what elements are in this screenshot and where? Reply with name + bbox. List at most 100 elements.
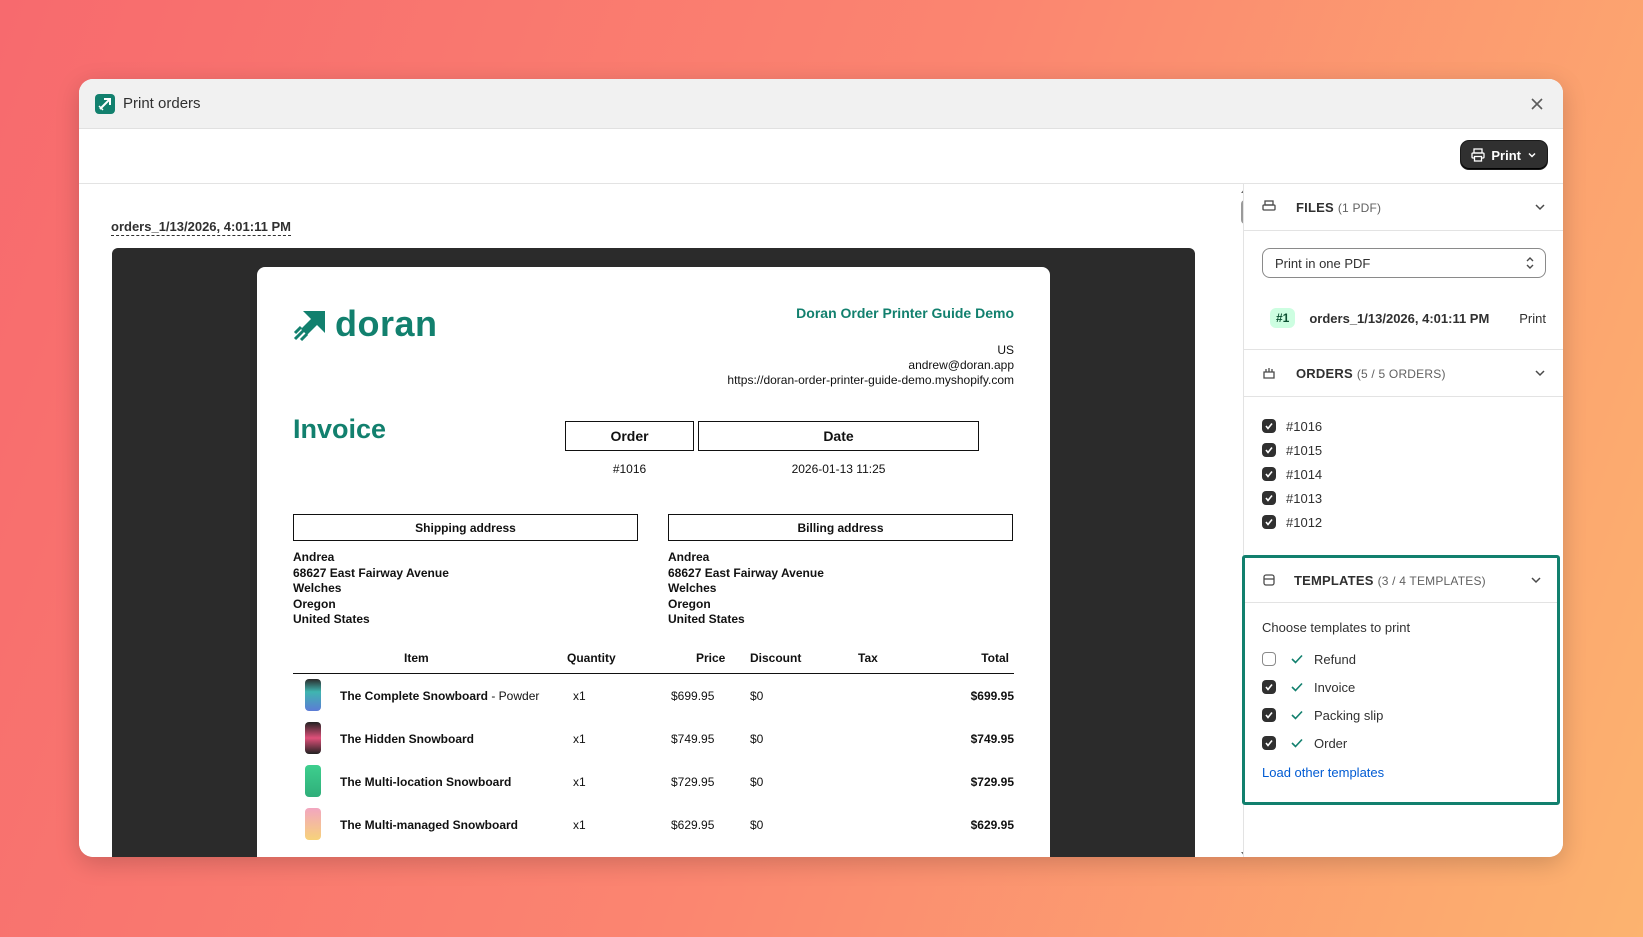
print-button-label: Print xyxy=(1491,147,1521,163)
template-checkbox[interactable] xyxy=(1262,680,1276,694)
order-checkbox[interactable] xyxy=(1262,515,1276,529)
item-name: The Hidden Snowboard xyxy=(340,732,474,746)
template-item-order[interactable]: Order xyxy=(1262,729,1383,757)
check-icon xyxy=(1291,682,1303,692)
order-label: #1016 xyxy=(1286,418,1323,434)
pdf-mode-value: Print in one PDF xyxy=(1275,255,1371,271)
load-other-templates-link[interactable]: Load other templates xyxy=(1262,765,1384,780)
item-discount: $0 xyxy=(750,732,764,746)
templates-section: TEMPLATES (3 / 4 TEMPLATES) Choose templa… xyxy=(1242,555,1560,805)
template-checkbox[interactable] xyxy=(1262,652,1276,666)
checkmark-icon xyxy=(1265,519,1273,526)
preview-file-label[interactable]: orders_1/13/2026, 4:01:11 PM xyxy=(111,219,291,236)
print-button[interactable]: Print xyxy=(1461,141,1547,169)
store-url: https://doran-order-printer-guide-demo.m… xyxy=(727,373,1014,387)
order-header: Order xyxy=(565,421,694,451)
store-email: andrew@doran.app xyxy=(908,358,1014,372)
template-checkbox[interactable] xyxy=(1262,708,1276,722)
printer-icon xyxy=(1262,200,1276,211)
template-label: Refund xyxy=(1314,651,1356,667)
modal-header: Print orders xyxy=(79,79,1563,129)
modal-title: Print orders xyxy=(123,95,201,112)
template-item-packing-slip[interactable]: Packing slip xyxy=(1262,701,1383,729)
billing-address-header: Billing address xyxy=(668,514,1013,541)
col-quantity: Quantity xyxy=(567,651,616,665)
files-section-header[interactable]: FILES (1 PDF) xyxy=(1244,184,1563,231)
order-number: #1016 xyxy=(612,462,647,476)
shipping-street: 68627 East Fairway Avenue xyxy=(293,565,449,580)
product-thumbnail xyxy=(305,765,321,797)
chevron-down-icon xyxy=(1528,152,1536,158)
item-qty: x1 xyxy=(573,689,586,703)
order-date: 2026-01-13 11:25 xyxy=(791,462,886,476)
col-price: Price xyxy=(696,651,726,665)
chevron-down-icon xyxy=(1535,204,1545,211)
item-price: $629.95 xyxy=(671,818,715,832)
shipping-address: Andrea 68627 East Fairway Avenue Welches… xyxy=(293,550,449,628)
order-checkbox[interactable] xyxy=(1262,443,1276,457)
pdf-preview: orders_1/13/2026, 4:01:11 PM doran Doran… xyxy=(79,184,1236,857)
item-total: $629.95 xyxy=(970,818,1014,832)
checkmark-icon xyxy=(1265,447,1273,454)
table-row: The Hidden Snowboard x1 $749.95 $0 $749.… xyxy=(293,717,1014,759)
file-number-badge: #1 xyxy=(1270,308,1296,328)
order-label: #1013 xyxy=(1286,490,1323,506)
template-checkbox[interactable] xyxy=(1262,736,1276,750)
order-item-1015[interactable]: #1015 xyxy=(1262,438,1322,462)
order-item-1016[interactable]: #1016 xyxy=(1262,414,1322,438)
template-item-refund[interactable]: Refund xyxy=(1262,645,1383,673)
checkmark-icon xyxy=(1265,712,1273,719)
order-checkbox[interactable] xyxy=(1262,467,1276,481)
order-list: #1016 #1015 #1014 #1013 #1012 xyxy=(1262,414,1322,534)
check-icon xyxy=(1291,710,1303,720)
checkmark-icon xyxy=(1265,471,1273,478)
chevron-down-icon xyxy=(1535,370,1545,377)
checkmark-icon xyxy=(1265,423,1273,430)
item-name: The Complete Snowboard xyxy=(340,689,489,703)
item-discount: $0 xyxy=(750,775,764,789)
product-thumbnail xyxy=(305,679,321,711)
doran-logo: doran xyxy=(293,303,438,345)
template-icon xyxy=(1263,574,1275,586)
close-icon xyxy=(1531,98,1543,110)
product-thumbnail xyxy=(305,808,321,840)
orders-section-header[interactable]: ORDERS (5 / 5 ORDERS) xyxy=(1244,349,1563,397)
item-name-cell: The Complete Snowboard - Powder xyxy=(340,689,539,703)
date-header: Date xyxy=(698,421,979,451)
template-item-invoice[interactable]: Invoice xyxy=(1262,673,1383,701)
close-button[interactable] xyxy=(1525,92,1549,116)
table-row: The Complete Snowboard - Powder x1 $699.… xyxy=(293,674,1014,716)
item-price: $729.95 xyxy=(671,775,715,789)
checkmark-icon xyxy=(1265,740,1273,747)
item-total: $699.95 xyxy=(970,689,1014,703)
file-row: #1 orders_1/13/2026, 4:01:11 PM Print xyxy=(1270,306,1546,330)
template-list: Refund Invoice Packing slip Order xyxy=(1262,645,1383,757)
billing-name: Andrea xyxy=(668,550,710,564)
item-variant: - Powder xyxy=(488,689,540,703)
shipping-state: Oregon xyxy=(293,596,336,611)
check-icon xyxy=(1291,654,1303,664)
item-qty: x1 xyxy=(573,818,586,832)
shipping-country: United States xyxy=(293,612,370,626)
order-checkbox[interactable] xyxy=(1262,491,1276,505)
templates-title: TEMPLATES (3 / 4 TEMPLATES) xyxy=(1294,573,1486,588)
templates-section-header[interactable]: TEMPLATES (3 / 4 TEMPLATES) xyxy=(1245,558,1557,603)
logo-text: doran xyxy=(335,303,438,344)
billing-city: Welches xyxy=(668,581,717,595)
pdf-mode-select[interactable]: Print in one PDF xyxy=(1262,248,1546,278)
item-total: $749.95 xyxy=(970,732,1014,746)
billing-country: United States xyxy=(668,612,745,626)
col-discount: Discount xyxy=(750,651,802,665)
select-arrows-icon xyxy=(1526,257,1534,269)
file-print-button[interactable]: Print xyxy=(1519,311,1546,326)
table-row: The Multi-location Snowboard x1 $729.95 … xyxy=(293,760,1014,802)
template-label: Order xyxy=(1314,735,1348,751)
order-item-1014[interactable]: #1014 xyxy=(1262,462,1322,486)
invoice-page: doran Doran Order Printer Guide Demo US … xyxy=(257,267,1050,857)
templates-title-label: TEMPLATES xyxy=(1294,573,1374,588)
order-item-1012[interactable]: #1012 xyxy=(1262,510,1322,534)
chevron-down-icon xyxy=(1531,577,1541,584)
order-item-1013[interactable]: #1013 xyxy=(1262,486,1322,510)
order-checkbox[interactable] xyxy=(1262,419,1276,433)
store-name: Doran Order Printer Guide Demo xyxy=(796,305,1014,321)
